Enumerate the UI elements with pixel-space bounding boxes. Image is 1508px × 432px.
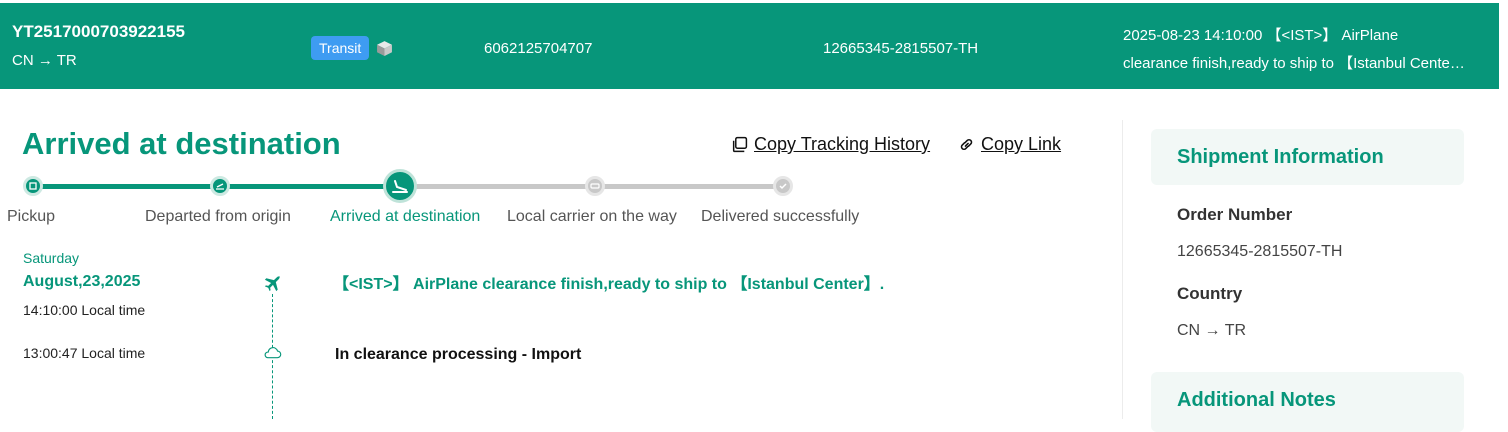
- plane-icon: [264, 275, 281, 292]
- event-time: 14:10:00 Local time: [23, 302, 146, 318]
- order-number-label: Order Number: [1177, 205, 1293, 224]
- step-label-delivered: Delivered successfully: [701, 208, 860, 225]
- step-local-carrier-dot: [585, 176, 605, 196]
- timeline-date: August,23,2025: [23, 273, 141, 290]
- copy-link-label: Copy Link: [981, 134, 1062, 154]
- additional-notes-title: Additional Notes: [1177, 389, 1336, 411]
- reference-number: 6062125704707: [484, 40, 593, 57]
- step-label-local-carrier: Local carrier on the way: [507, 208, 677, 225]
- shipment-information-title: Shipment Information: [1177, 146, 1384, 168]
- latest-event-line-2: clearance finish,ready to ship to 【Istan…: [1123, 55, 1468, 72]
- copy-tracking-history-label: Copy Tracking History: [754, 134, 931, 154]
- event-description: 【<IST>】 AirPlane clearance finish,ready …: [333, 276, 885, 293]
- timeline-weekday: Saturday: [23, 250, 80, 266]
- check-icon: [779, 183, 787, 190]
- box-icon: [29, 182, 37, 190]
- shipment-information-header: Shipment Information: [1151, 129, 1464, 185]
- copy-link-button[interactable]: Copy Link: [958, 134, 1061, 155]
- plane-landing-icon: [392, 180, 408, 193]
- country-value: CN → TR: [1177, 322, 1247, 339]
- divider: [1122, 120, 1123, 419]
- additional-notes-header: Additional Notes: [1151, 372, 1464, 432]
- latest-event: 2025-08-23 14:10:00 【<IST>】 AirPlane cle…: [1123, 22, 1468, 78]
- step-label-pickup: Pickup: [7, 208, 56, 225]
- event-time: 13:00:47 Local time: [23, 345, 146, 361]
- page-title: Arrived at destination: [22, 126, 341, 161]
- step-label-arrived: Arrived at destination: [330, 208, 481, 225]
- route: CN → TR: [12, 52, 77, 69]
- step-arrived-dot: [383, 169, 417, 203]
- tracking-summary-banner[interactable]: YT2517000703922155 CN → TR Transit 60621…: [0, 0, 1508, 89]
- status-badge: Transit: [311, 36, 370, 60]
- copy-tracking-history-button[interactable]: Copy Tracking History: [731, 134, 930, 155]
- truck-icon: [590, 183, 600, 189]
- package-icon: [377, 41, 392, 56]
- step-departed-dot: [210, 176, 230, 196]
- event-description: In clearance processing - Import: [335, 346, 582, 363]
- latest-event-line-1: 2025-08-23 14:10:00 【<IST>】 AirPlane: [1123, 27, 1399, 44]
- link-icon: [960, 139, 973, 150]
- order-number: 12665345-2815507-TH: [823, 40, 979, 57]
- plane-takeoff-icon: [216, 183, 224, 190]
- cloud-icon: [264, 347, 282, 359]
- copy-icon: [732, 136, 748, 153]
- country-label: Country: [1177, 284, 1243, 303]
- step-delivered-dot: [773, 176, 793, 196]
- order-number-value: 12665345-2815507-TH: [1177, 243, 1343, 260]
- tracking-number: YT2517000703922155: [12, 22, 185, 41]
- step-pickup-dot: [23, 176, 43, 196]
- step-label-departed: Departed from origin: [145, 208, 291, 225]
